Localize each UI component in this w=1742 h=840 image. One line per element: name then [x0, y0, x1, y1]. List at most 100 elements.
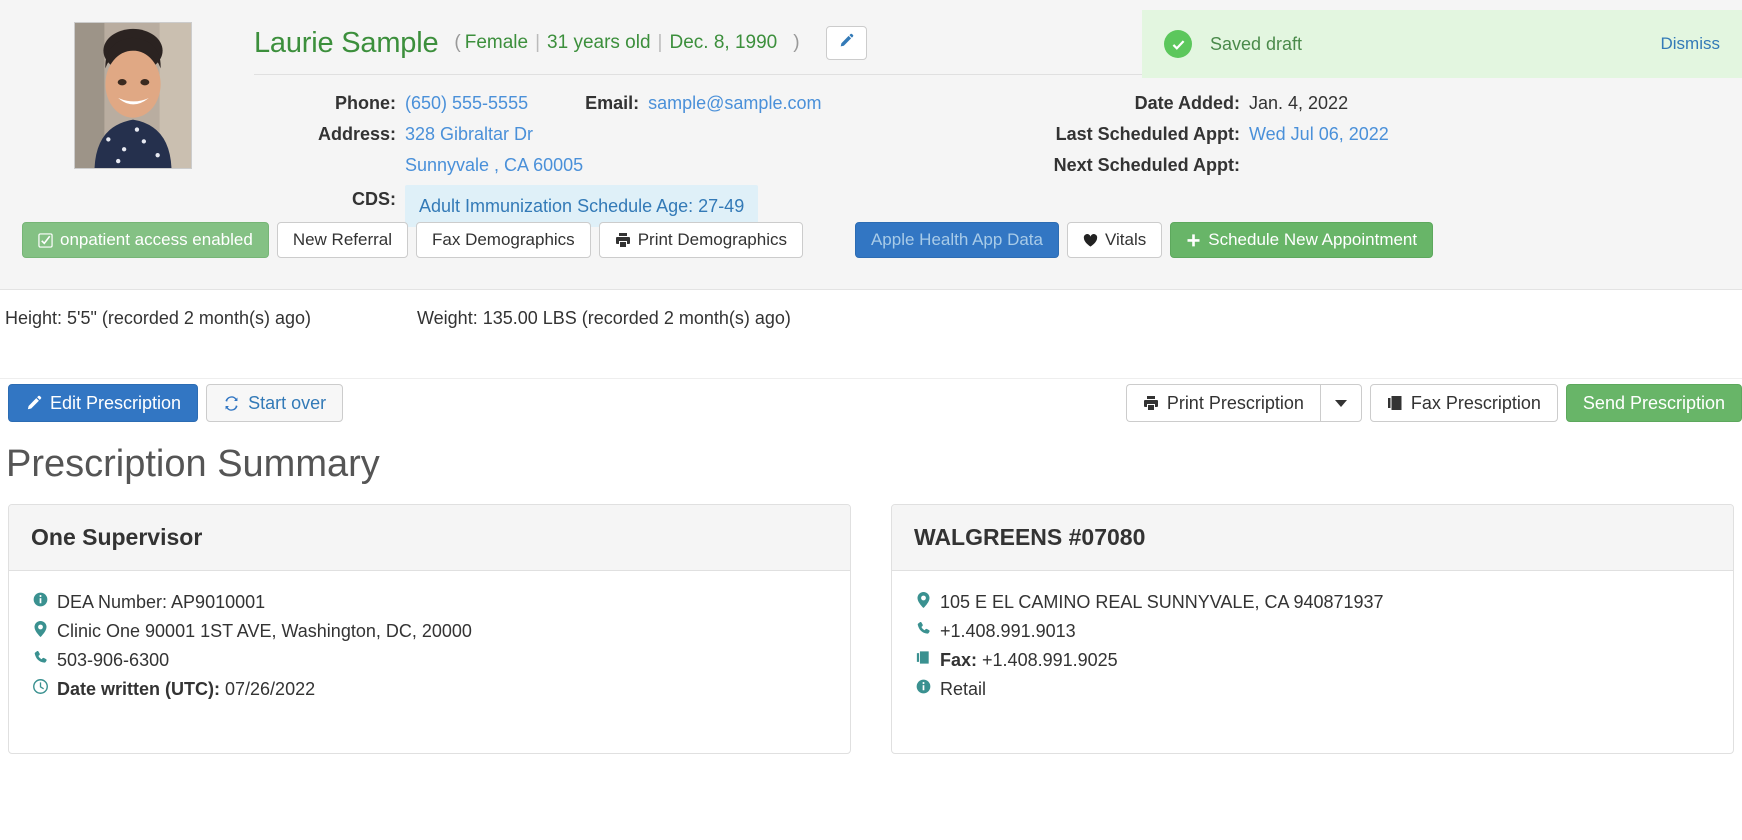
clock-icon [31, 679, 49, 694]
pharmacy-type-text: Retail [940, 679, 987, 699]
fax-demographics-label: Fax Demographics [432, 230, 575, 249]
dea-number-text: DEA Number: AP9010001 [57, 592, 266, 612]
saved-draft-toast: Saved draft Dismiss [1142, 10, 1742, 78]
edit-patient-button[interactable] [825, 26, 867, 60]
printer-icon [615, 232, 631, 248]
demo-separator-2: | [657, 32, 663, 53]
fax-icon [914, 650, 932, 665]
patient-header-panel: Laurie Sample ( Female | 31 years old | … [0, 0, 1742, 290]
list-item: Retail [914, 676, 1711, 703]
toast-dismiss-button[interactable]: Dismiss [1661, 34, 1721, 54]
print-demographics-button[interactable]: Print Demographics [598, 222, 803, 258]
patient-dob: Dec. 8, 1990 [669, 32, 778, 53]
schedule-new-appointment-label: Schedule New Appointment [1208, 230, 1418, 249]
list-item: DEA Number: AP9010001 [31, 589, 828, 616]
last-appt-label: Last Scheduled Appt: [1055, 124, 1240, 144]
map-marker-icon [914, 592, 932, 608]
address-line-1[interactable]: 328 Gibraltar Dr [405, 120, 533, 148]
start-over-label: Start over [248, 392, 327, 413]
date-written-value: 07/26/2022 [225, 679, 316, 699]
onpatient-access-button[interactable]: onpatient access enabled [22, 222, 269, 258]
page-title: Laurie Sample [254, 26, 439, 59]
refresh-icon [223, 395, 240, 412]
clinic-address-text: Clinic One 90001 1ST AVE, Washington, DC… [57, 621, 472, 641]
edit-prescription-label: Edit Prescription [50, 392, 182, 413]
schedule-new-appointment-button[interactable]: Schedule New Appointment [1170, 222, 1434, 258]
phone-icon [914, 621, 932, 636]
printer-icon [1143, 395, 1159, 411]
pharmacy-fax-line: Fax: +1.408.991.9025 [940, 647, 1118, 674]
patient-details-grid: Phone: (650) 555-5555 Email: sample@samp… [254, 89, 1728, 230]
info-circle-icon [914, 679, 932, 694]
edit-prescription-button[interactable]: Edit Prescription [8, 384, 199, 422]
cds-label: CDS: [352, 189, 396, 209]
date-written-line: Date written (UTC): 07/26/2022 [57, 676, 315, 703]
print-prescription-button[interactable]: Print Prescription [1125, 384, 1320, 422]
onpatient-access-label: onpatient access enabled [60, 230, 253, 249]
pharmacy-card-header: WALGREENS #07080 [892, 505, 1733, 571]
new-referral-button[interactable]: New Referral [276, 222, 409, 258]
next-appt-row: Next Scheduled Appt: [914, 151, 1554, 179]
paren-open: ( [454, 32, 461, 53]
check-square-icon [38, 232, 53, 248]
email-label: Email: [585, 93, 640, 113]
print-prescription-label: Print Prescription [1166, 392, 1304, 413]
caret-down-icon [1334, 399, 1347, 407]
apple-health-app-data-button[interactable]: Apple Health App Data [854, 222, 1059, 258]
list-item: 105 E EL CAMINO REAL SUNNYVALE, CA 94087… [914, 589, 1711, 616]
avatar-photo-icon [75, 23, 191, 168]
info-circle-icon [31, 592, 49, 607]
avatar [74, 22, 192, 169]
cds-value[interactable]: Adult Immunization Schedule Age: 27-49 [405, 185, 759, 227]
map-marker-icon [31, 621, 49, 637]
list-item: 503-906-6300 [31, 647, 828, 674]
pharmacy-card: WALGREENS #07080 105 E EL CAMINO REAL SU… [891, 504, 1734, 754]
address-label-spacer [254, 151, 396, 179]
print-prescription-dropdown-button[interactable] [1319, 384, 1362, 422]
send-prescription-button[interactable]: Send Prescription [1565, 384, 1742, 422]
pharmacy-fax-label: Fax: [940, 650, 978, 670]
print-demographics-label: Print Demographics [637, 230, 787, 249]
email-value[interactable]: sample@sample.com [648, 89, 821, 117]
prescriber-card-body: DEA Number: AP9010001 Clinic One 90001 1… [9, 571, 850, 729]
plus-icon [1186, 233, 1201, 248]
prescription-left-actions: Edit Prescription Start over [8, 384, 344, 422]
date-written-label: Date written (UTC): [57, 679, 220, 699]
phone-row: Phone: (650) 555-5555 Email: sample@samp… [254, 89, 914, 117]
weight-value: Weight: 135.00 LBS (recorded 2 month(s) … [417, 308, 791, 328]
address-row-2: Sunnyvale , CA 60005 [254, 151, 914, 179]
fax-prescription-label: Fax Prescription [1410, 392, 1541, 413]
demo-separator-1: | [535, 32, 541, 53]
patient-gender: Female [464, 32, 529, 53]
clinic-phone-text: 503-906-6300 [57, 650, 170, 670]
phone-value[interactable]: (650) 555-5555 [405, 89, 528, 117]
list-item: Fax: +1.408.991.9025 [914, 647, 1711, 674]
fax-prescription-button[interactable]: Fax Prescription [1369, 384, 1558, 422]
height-value: Height: 5'5" (recorded 2 month(s) ago) [5, 308, 311, 328]
start-over-button[interactable]: Start over [206, 384, 344, 422]
list-item: Date written (UTC): 07/26/2022 [31, 676, 828, 703]
patient-age: 31 years old [547, 32, 651, 53]
pencil-icon [25, 395, 42, 412]
vitals-button[interactable]: Vitals [1066, 222, 1163, 258]
prescriber-card-header: One Supervisor [9, 505, 850, 571]
send-prescription-label: Send Prescription [1582, 392, 1725, 413]
next-appt-label: Next Scheduled Appt: [1053, 155, 1240, 175]
patient-details-left: Phone: (650) 555-5555 Email: sample@samp… [254, 89, 914, 230]
fax-demographics-button[interactable]: Fax Demographics [416, 222, 591, 258]
list-item: Clinic One 90001 1ST AVE, Washington, DC… [31, 618, 828, 645]
last-appt-row: Last Scheduled Appt: Wed Jul 06, 2022 [914, 120, 1554, 148]
address-line-2[interactable]: Sunnyvale , CA 60005 [405, 151, 583, 179]
date-added-row: Date Added: Jan. 4, 2022 [914, 89, 1554, 117]
rx-divider [0, 378, 1742, 379]
last-appt-value[interactable]: Wed Jul 06, 2022 [1249, 120, 1389, 148]
date-added-value: Jan. 4, 2022 [1249, 93, 1349, 113]
pharmacy-fax-value: +1.408.991.9025 [982, 650, 1118, 670]
heart-icon [1083, 233, 1098, 248]
toast-message: Saved draft [1210, 33, 1303, 54]
patient-details-right: Date Added: Jan. 4, 2022 Last Scheduled … [914, 89, 1554, 230]
fax-icon [1387, 395, 1403, 411]
paren-close: ) [793, 32, 800, 53]
prescription-summary-title: Prescription Summary [6, 443, 380, 485]
prescriber-card: One Supervisor DEA Number: AP9010001 Cli… [8, 504, 851, 754]
